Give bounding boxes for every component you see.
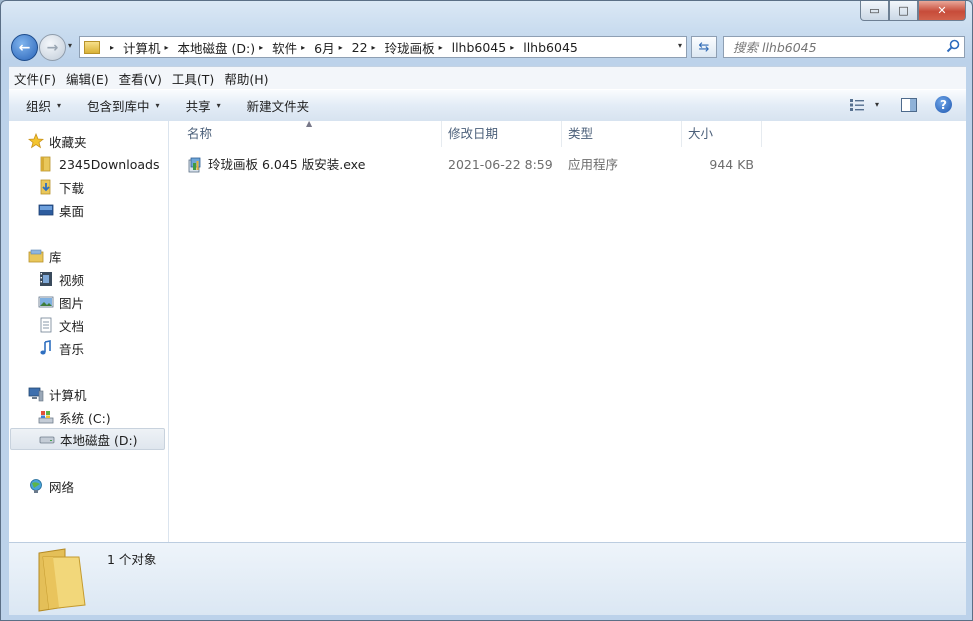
refresh-button[interactable]: ⇆: [691, 36, 717, 58]
breadcrumb-separator[interactable]: ▸: [372, 43, 376, 52]
picture-icon: [38, 296, 54, 308]
file-type: 应用程序: [568, 157, 619, 172]
sidebar-item-2345downloads[interactable]: 2345Downloads: [38, 153, 159, 175]
music-icon: [40, 340, 51, 355]
organize-button[interactable]: 组织 ▾: [26, 96, 61, 115]
sidebar-item-system-c[interactable]: 系统 (C:): [38, 406, 111, 428]
close-icon: ✕: [937, 4, 947, 17]
chevron-down-icon: ▾: [57, 101, 62, 110]
breadcrumb-item[interactable]: llhb6045: [523, 40, 578, 55]
view-controls: ▾ ?: [849, 96, 952, 113]
forward-arrow-icon: →: [46, 39, 59, 56]
navigation-row: ← → ▾ ▸ 计算机 ▸ 本地磁盘 (D:) ▸ 软件 ▸ 6月 ▸ 22 ▸ 玲珑画板…: [1, 32, 972, 62]
sidebar-item-libraries[interactable]: 库: [28, 245, 62, 267]
details-pane: 1 个对象: [9, 542, 966, 615]
sidebar-item-network[interactable]: 网络: [28, 475, 74, 497]
item-count: 1 个对象: [107, 552, 157, 567]
close-button[interactable]: ✕: [918, 1, 966, 21]
menu-help[interactable]: 帮助(H): [219, 69, 273, 88]
sidebar-item-desktop[interactable]: 桌面: [38, 199, 84, 221]
folder-icon: [84, 40, 100, 54]
star-icon: [28, 133, 44, 149]
maximize-icon: □: [898, 4, 909, 17]
file-name: 玲珑画板 6.045 版安装.exe: [208, 157, 366, 172]
recent-pages-dropdown[interactable]: ▾: [68, 41, 72, 50]
breadcrumb-item[interactable]: 6月 ▸: [314, 38, 351, 57]
breadcrumb-item[interactable]: llhb6045 ▸: [452, 40, 524, 55]
column-header-row: ▲ 名称 修改日期 类型 大小: [169, 119, 966, 147]
help-icon[interactable]: ?: [935, 96, 952, 113]
breadcrumb-separator[interactable]: ▸: [439, 43, 443, 52]
breadcrumb-item[interactable]: 计算机 ▸: [123, 38, 178, 57]
search-icon[interactable]: [946, 39, 960, 53]
menu-view[interactable]: 查看(V): [114, 69, 167, 88]
file-size: 944 KB: [709, 157, 754, 172]
back-arrow-icon: ←: [18, 39, 31, 56]
chevron-down-icon: ▾: [216, 101, 221, 110]
window-controls: ▭ □ ✕: [860, 1, 966, 21]
document-icon: [40, 317, 52, 333]
explorer-window: ▭ □ ✕ ← → ▾ ▸ 计算机 ▸ 本地磁盘 (D:) ▸ 软件 ▸ 6月 ▸ 22…: [0, 0, 973, 621]
sidebar-item-videos[interactable]: 视频: [38, 268, 84, 290]
library-icon: [28, 249, 44, 263]
menu-edit[interactable]: 编辑(E): [61, 69, 114, 88]
download-folder-icon: [40, 179, 51, 195]
address-history-dropdown[interactable]: ▾: [678, 41, 682, 50]
search-input[interactable]: [723, 36, 965, 58]
navigation-pane: 收藏夹 2345Downloads 下载 桌面 库 视频 图片 文档 音乐 计算…: [9, 121, 169, 542]
maximize-button[interactable]: □: [889, 1, 918, 21]
desktop-icon: [38, 204, 54, 216]
sidebar-item-pictures[interactable]: 图片: [38, 291, 84, 313]
column-header-type[interactable]: 类型: [562, 121, 682, 147]
refresh-icon: ⇆: [698, 39, 710, 55]
view-options-icon[interactable]: [849, 98, 865, 112]
folder-icon: [40, 156, 51, 172]
back-button[interactable]: ←: [11, 34, 38, 61]
breadcrumb-item[interactable]: 本地磁盘 (D:) ▸: [178, 38, 273, 57]
title-bar[interactable]: ▭ □ ✕: [1, 1, 972, 31]
breadcrumb-separator[interactable]: ▸: [510, 43, 514, 52]
network-icon: [30, 479, 42, 493]
installer-exe-icon: [188, 157, 201, 173]
sidebar-item-local-disk-d[interactable]: 本地磁盘 (D:): [10, 428, 165, 450]
breadcrumb-separator[interactable]: ▸: [339, 43, 343, 52]
breadcrumb-item[interactable]: 22 ▸: [352, 40, 385, 55]
large-folder-icon: [38, 548, 86, 612]
address-bar[interactable]: ▸ 计算机 ▸ 本地磁盘 (D:) ▸ 软件 ▸ 6月 ▸ 22 ▸ 玲珑画板 ▸ llhb…: [79, 36, 687, 58]
column-header-size[interactable]: 大小: [682, 121, 762, 147]
video-icon: [40, 272, 52, 286]
file-row[interactable]: 玲珑画板 6.045 版安装.exe 2021-06-22 8:59 应用程序 …: [187, 154, 947, 176]
breadcrumb-item[interactable]: 玲珑画板 ▸: [385, 38, 452, 57]
chevron-down-icon: ▾: [155, 101, 160, 110]
file-date: 2021-06-22 8:59: [448, 157, 553, 172]
menu-tools[interactable]: 工具(T): [167, 69, 219, 88]
breadcrumb-separator[interactable]: ▸: [165, 43, 169, 52]
forward-button[interactable]: →: [39, 34, 66, 61]
sidebar-item-music[interactable]: 音乐: [38, 337, 84, 359]
drive-icon: [39, 436, 55, 444]
new-folder-button[interactable]: 新建文件夹: [247, 96, 310, 115]
system-drive-icon: [38, 411, 54, 424]
preview-pane-icon[interactable]: [901, 97, 917, 112]
sidebar-item-favorites[interactable]: 收藏夹: [28, 130, 87, 152]
breadcrumb-separator[interactable]: ▸: [110, 43, 114, 52]
sidebar-item-documents[interactable]: 文档: [38, 314, 84, 336]
breadcrumb-item[interactable]: 软件 ▸: [272, 38, 314, 57]
breadcrumb-separator[interactable]: ▸: [301, 43, 305, 52]
minimize-icon: ▭: [869, 4, 880, 17]
sidebar-item-downloads[interactable]: 下载: [38, 176, 84, 198]
minimize-button[interactable]: ▭: [860, 1, 889, 21]
breadcrumb-separator[interactable]: ▸: [259, 43, 263, 52]
computer-icon: [28, 387, 44, 402]
menu-bar: 文件(F) 编辑(E) 查看(V) 工具(T) 帮助(H): [9, 66, 966, 89]
view-options-dropdown[interactable]: ▾: [875, 100, 879, 109]
share-button[interactable]: 共享 ▾: [186, 96, 221, 115]
column-header-date[interactable]: 修改日期: [442, 121, 562, 147]
column-header-name[interactable]: 名称: [181, 121, 442, 147]
include-in-library-button[interactable]: 包含到库中 ▾: [87, 96, 160, 115]
command-bar: 组织 ▾ 包含到库中 ▾ 共享 ▾ 新建文件夹 ▾ ?: [9, 89, 966, 122]
sidebar-item-computer[interactable]: 计算机: [28, 383, 87, 405]
menu-file[interactable]: 文件(F): [9, 69, 61, 88]
file-list: ▲ 名称 修改日期 类型 大小 玲珑画板 6.045 版安装.exe 2021-…: [169, 119, 966, 542]
